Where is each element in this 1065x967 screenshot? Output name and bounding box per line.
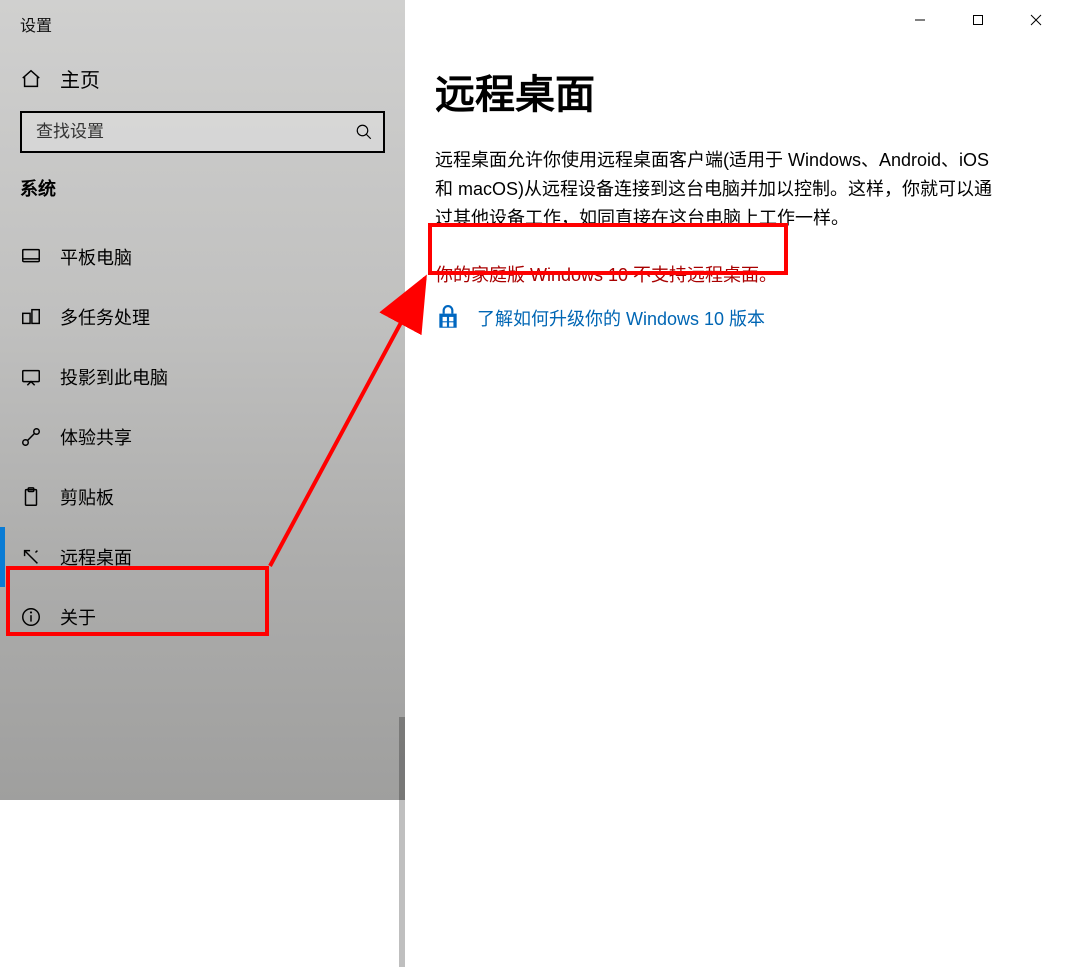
sidebar-item-label: 剪贴板 — [60, 484, 114, 510]
sidebar-item-label: 关于 — [60, 604, 96, 630]
close-button[interactable] — [1007, 0, 1065, 40]
sidebar-list: 平板电脑 多任务处理 投影到此电脑 体验共享 — [0, 227, 405, 800]
nav-home-label: 主页 — [60, 64, 100, 93]
window-title: 设置 — [0, 0, 405, 54]
sidebar-item-about[interactable]: 关于 — [0, 587, 405, 647]
minimize-button[interactable] — [891, 0, 949, 40]
project-icon — [20, 366, 42, 388]
sidebar-item-label: 体验共享 — [60, 424, 132, 450]
home-icon — [20, 68, 42, 90]
upgrade-link-text: 了解如何升级你的 Windows 10 版本 — [477, 305, 765, 331]
info-icon — [20, 606, 42, 628]
clipboard-icon — [20, 486, 42, 508]
search-wrap — [20, 111, 385, 153]
sidebar-item-tablet[interactable]: 平板电脑 — [0, 227, 405, 287]
tablet-icon — [20, 246, 42, 268]
sidebar-item-label: 远程桌面 — [60, 544, 132, 570]
sidebar-item-project[interactable]: 投影到此电脑 — [0, 347, 405, 407]
multitask-icon — [20, 306, 42, 328]
page-warning: 你的家庭版 Windows 10 不支持远程桌面。 — [435, 262, 1035, 289]
sidebar-item-shared[interactable]: 体验共享 — [0, 407, 405, 467]
page-description: 远程桌面允许你使用远程桌面客户端(适用于 Windows、Android、iOS… — [435, 146, 1005, 232]
remote-desktop-icon — [20, 546, 42, 568]
section-header: 系统 — [0, 175, 405, 227]
sidebar-item-clipboard[interactable]: 剪贴板 — [0, 467, 405, 527]
sidebar: 设置 主页 系统 平板电脑 — [0, 0, 405, 800]
sidebar-item-label: 平板电脑 — [60, 244, 132, 270]
nav-home[interactable]: 主页 — [0, 54, 405, 111]
sidebar-item-label: 投影到此电脑 — [60, 364, 168, 390]
share-icon — [20, 426, 42, 448]
sidebar-item-multitask[interactable]: 多任务处理 — [0, 287, 405, 347]
sidebar-item-remote-desktop[interactable]: 远程桌面 — [0, 527, 405, 587]
search-input[interactable] — [20, 111, 385, 153]
sidebar-item-label: 多任务处理 — [60, 304, 150, 330]
main-pane: 远程桌面 远程桌面允许你使用远程桌面客户端(适用于 Windows、Androi… — [405, 0, 1065, 800]
upgrade-link[interactable]: 了解如何升级你的 Windows 10 版本 — [435, 305, 1035, 331]
titlebar — [891, 0, 1065, 40]
maximize-button[interactable] — [949, 0, 1007, 40]
store-icon — [435, 305, 461, 331]
